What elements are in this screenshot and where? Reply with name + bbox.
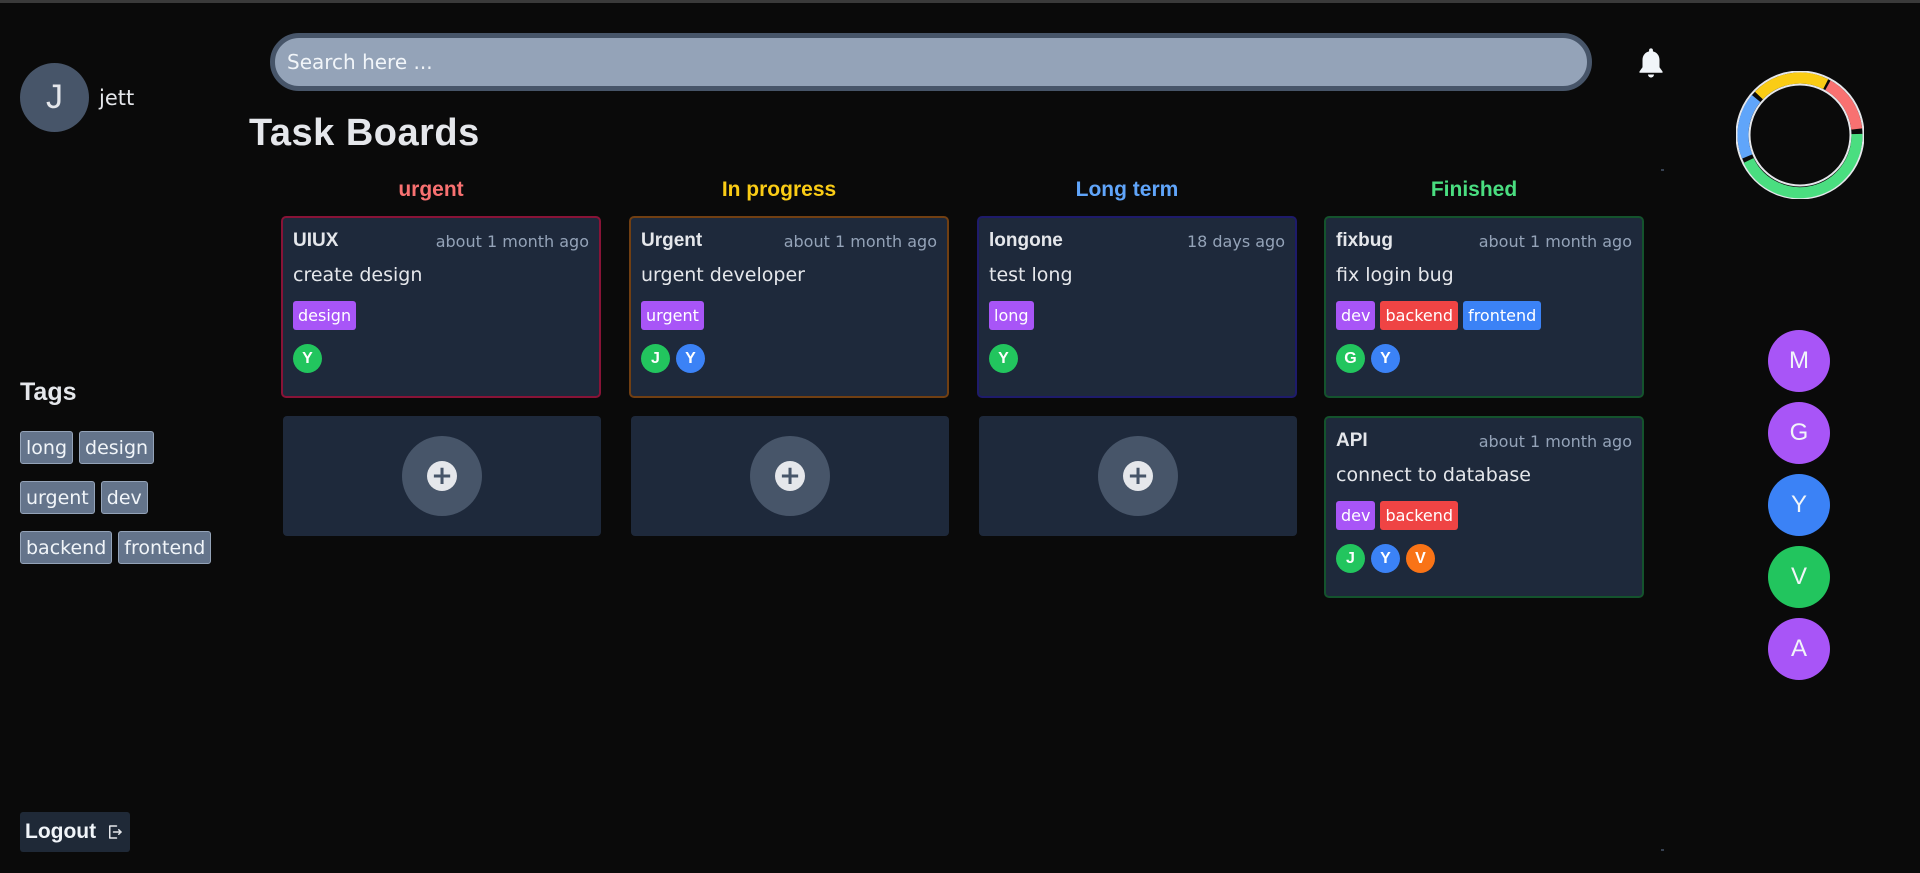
plus-icon: +	[1123, 461, 1153, 491]
column-title-finished: Finished	[1430, 178, 1518, 201]
tag-urgent[interactable]: urgent	[20, 481, 95, 514]
card-tag-frontend[interactable]: frontend	[1463, 301, 1542, 330]
assignee-avatar[interactable]: G	[1336, 344, 1365, 373]
tag-frontend[interactable]: frontend	[118, 531, 212, 564]
add-card-area: +	[283, 416, 601, 536]
member-avatar[interactable]: Y	[1768, 474, 1830, 536]
bell-icon[interactable]	[1636, 46, 1666, 80]
username: jett	[99, 85, 135, 110]
user-profile[interactable]: J jett	[20, 63, 134, 132]
card-tag-urgent[interactable]: urgent	[641, 301, 704, 330]
card-tag-dev[interactable]: dev	[1336, 301, 1376, 330]
add-card-button[interactable]: +	[402, 436, 482, 516]
search-input[interactable]	[270, 33, 1592, 91]
add-card-area: +	[979, 416, 1297, 536]
user-avatar: J	[20, 63, 89, 132]
card-description: connect to database	[1336, 464, 1531, 486]
divider-mark	[1661, 169, 1664, 171]
top-border	[0, 0, 1920, 3]
assignee-avatar[interactable]: Y	[293, 344, 322, 373]
assignee-avatar[interactable]: J	[1336, 544, 1365, 573]
member-avatar[interactable]: G	[1768, 402, 1830, 464]
tags-list: long design urgent dev backend frontend	[20, 431, 230, 564]
card-tag-design[interactable]: design	[293, 301, 357, 330]
card-description: fix login bug	[1336, 264, 1454, 286]
assignee-avatar[interactable]: V	[1406, 544, 1435, 573]
logout-label: Logout	[25, 820, 97, 843]
card-timestamp: about 1 month ago	[435, 231, 589, 251]
task-card[interactable]: UIUX about 1 month ago create design des…	[281, 216, 601, 398]
divider-mark	[1661, 849, 1664, 851]
plus-icon: +	[427, 461, 457, 491]
tag-design[interactable]: design	[79, 431, 155, 464]
task-card[interactable]: Urgent about 1 month ago urgent develope…	[629, 216, 949, 398]
plus-icon: +	[775, 461, 805, 491]
tag-dev[interactable]: dev	[100, 481, 148, 514]
column-title-in-progress: In progress	[721, 178, 837, 201]
card-timestamp: 18 days ago	[1186, 231, 1285, 251]
card-title: API	[1336, 430, 1368, 451]
logout-button[interactable]: Logout	[20, 812, 130, 852]
assignee-avatar[interactable]: Y	[1371, 344, 1400, 373]
card-description: urgent developer	[641, 264, 805, 286]
card-title: fixbug	[1336, 230, 1393, 251]
card-tag-backend[interactable]: backend	[1380, 301, 1459, 330]
member-avatar[interactable]: V	[1768, 546, 1830, 608]
column-title-urgent: urgent	[398, 178, 464, 201]
card-tag-backend[interactable]: backend	[1380, 501, 1459, 530]
card-title: UIUX	[293, 230, 339, 251]
assignee-avatar[interactable]: Y	[989, 344, 1018, 373]
card-title: Urgent	[641, 230, 703, 251]
page-title: Task Boards	[249, 112, 480, 154]
member-avatar[interactable]: M	[1768, 330, 1830, 392]
card-description: test long	[989, 264, 1073, 286]
task-card[interactable]: API about 1 month ago connect to databas…	[1324, 416, 1644, 598]
add-card-button[interactable]: +	[750, 436, 830, 516]
card-timestamp: about 1 month ago	[1478, 231, 1632, 251]
status-ring	[1736, 71, 1864, 199]
member-avatar[interactable]: A	[1768, 618, 1830, 680]
assignee-avatar[interactable]: Y	[1371, 544, 1400, 573]
card-title: longone	[989, 230, 1063, 251]
card-timestamp: about 1 month ago	[783, 231, 937, 251]
card-tag-dev[interactable]: dev	[1336, 501, 1376, 530]
assignee-avatar[interactable]: J	[641, 344, 670, 373]
tag-long[interactable]: long	[20, 431, 74, 464]
add-card-area: +	[631, 416, 949, 536]
add-card-button[interactable]: +	[1098, 436, 1178, 516]
members-list: M G Y V A	[1768, 330, 1830, 680]
task-card[interactable]: fixbug about 1 month ago fix login bug d…	[1324, 216, 1644, 398]
column-title-long-term: Long term	[1075, 178, 1179, 201]
card-timestamp: about 1 month ago	[1478, 431, 1632, 451]
logout-icon	[109, 825, 122, 839]
task-card[interactable]: longone 18 days ago test long long Y	[977, 216, 1297, 398]
tags-heading: Tags	[20, 378, 77, 406]
card-tag-long[interactable]: long	[989, 301, 1034, 330]
assignee-avatar[interactable]: Y	[676, 344, 705, 373]
card-description: create design	[293, 264, 423, 286]
tag-backend[interactable]: backend	[20, 531, 113, 564]
